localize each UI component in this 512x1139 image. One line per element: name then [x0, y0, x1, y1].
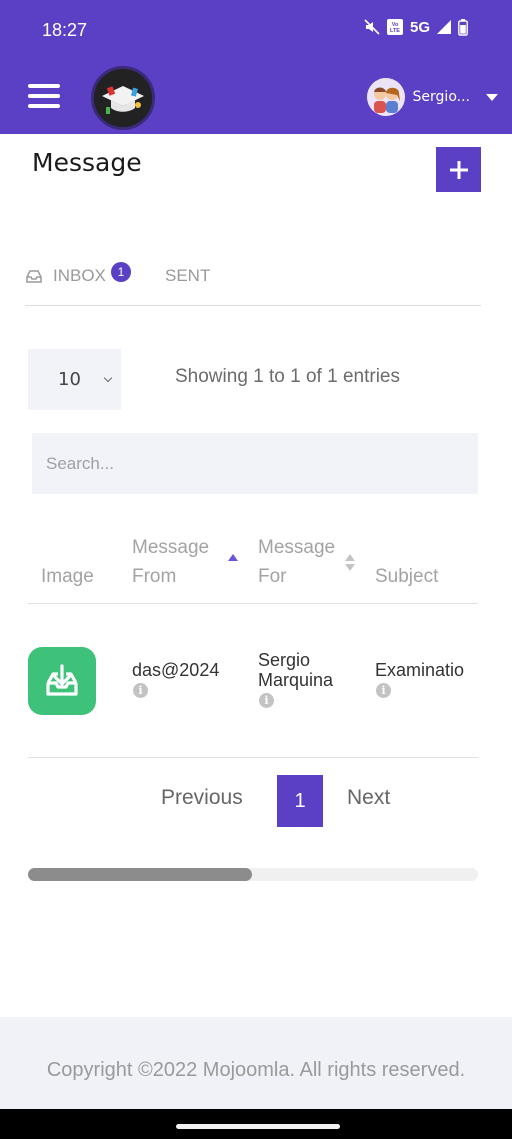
header-message-from[interactable]: Message From	[132, 533, 209, 591]
logo[interactable]	[91, 66, 155, 130]
horizontal-scrollbar[interactable]	[28, 868, 478, 881]
footer: Copyright ©2022 Mojoomla. All rights res…	[0, 1017, 512, 1109]
header-from-line1: Message	[132, 537, 210, 558]
copyright-text: Copyright ©2022 Mojoomla. All rights res…	[46, 1059, 466, 1081]
volte-icon: VoLTE	[386, 19, 403, 35]
info-icon[interactable]: i	[376, 683, 391, 698]
pagination-previous[interactable]: Previous	[161, 786, 243, 810]
scrollbar-thumb[interactable]	[28, 868, 252, 881]
user-menu[interactable]: Sergio...	[366, 78, 498, 116]
app-header: Sergio...	[0, 60, 512, 134]
search-input[interactable]	[32, 433, 478, 494]
info-icon[interactable]: i	[259, 693, 274, 708]
message-tabs: INBOX 1 SENT	[25, 262, 481, 306]
cell-message-from: das@2024	[132, 660, 220, 680]
tab-inbox[interactable]: INBOX 1	[25, 262, 131, 286]
header-message-for[interactable]: Message For	[258, 533, 335, 591]
inbox-icon	[26, 270, 42, 283]
sort-asc-icon[interactable]	[228, 554, 238, 561]
chevron-down-icon	[103, 373, 113, 383]
status-bar: 18:27 Vo LTE 5G	[0, 0, 512, 60]
header-subject[interactable]: Subject	[375, 562, 438, 591]
avatar	[366, 78, 405, 116]
header-divider	[28, 603, 478, 604]
system-nav-bar	[0, 1109, 512, 1139]
table-info: Showing 1 to 1 of 1 entries	[175, 366, 400, 387]
cell-subject: Examinatio	[375, 660, 465, 680]
download-tray-icon[interactable]	[28, 647, 96, 715]
signal-icon	[437, 20, 451, 34]
status-time: 18:27	[42, 20, 88, 40]
cell-for-line2: Marquina	[258, 670, 334, 690]
header-for-line1: Message	[258, 537, 336, 558]
caret-down-icon	[486, 93, 498, 101]
messages-table: Image Message From Message For Subject d…	[28, 530, 478, 758]
status-icons: Vo LTE 5G	[364, 18, 468, 36]
header-for-line2: For	[258, 566, 287, 587]
battery-icon	[458, 18, 468, 36]
page-length-select[interactable]: 10	[28, 349, 121, 410]
svg-text:LTE: LTE	[390, 28, 400, 34]
header-from-line2: From	[132, 566, 177, 587]
tab-sent[interactable]: SENT	[165, 266, 210, 286]
home-gesture-handle[interactable]	[176, 1124, 340, 1129]
pagination-page-1[interactable]: 1	[277, 775, 323, 827]
cell-for-line1: Sergio	[258, 650, 311, 670]
cell-message-for: Sergio Marquina	[258, 650, 333, 690]
tab-sent-label: SENT	[165, 266, 211, 285]
page-length-value: 10	[58, 369, 81, 390]
sort-both-icon[interactable]	[345, 554, 355, 572]
mute-icon	[364, 19, 380, 35]
page-title: Message	[32, 148, 142, 177]
tab-inbox-label: INBOX	[53, 266, 106, 285]
inbox-count-badge: 1	[110, 262, 131, 282]
info-icon[interactable]: i	[133, 683, 148, 698]
hamburger-icon[interactable]	[28, 84, 60, 108]
plus-icon	[449, 160, 468, 179]
pagination-next[interactable]: Next	[347, 786, 390, 810]
header-image[interactable]: Image	[41, 562, 94, 591]
add-message-button[interactable]	[436, 147, 481, 192]
user-name: Sergio...	[412, 89, 470, 105]
network-label: 5G	[409, 18, 430, 36]
